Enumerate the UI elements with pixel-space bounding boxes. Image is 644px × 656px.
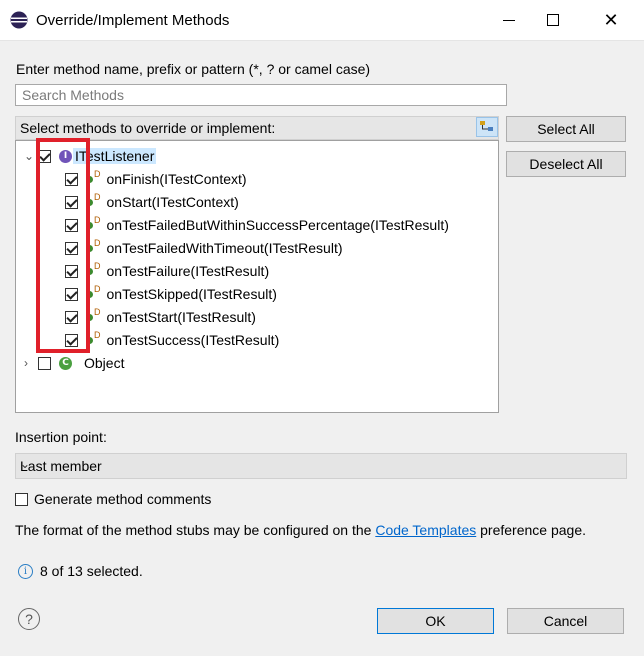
generate-comments-label: Generate method comments: [34, 491, 212, 507]
abstract-marker-icon: D: [94, 284, 101, 294]
hierarchy-icon: [480, 121, 493, 131]
chevron-right-icon[interactable]: ›: [24, 356, 38, 370]
help-icon[interactable]: ?: [18, 608, 40, 630]
tree-node-object[interactable]: › C Object: [24, 352, 124, 374]
tree-node-method[interactable]: D onTestSkipped(ITestResult): [65, 283, 277, 305]
node-label-object: Object: [84, 355, 125, 371]
selection-status: i 8 of 13 selected.: [18, 563, 143, 579]
tree-node-method[interactable]: D onTestSuccess(ITestResult): [65, 329, 279, 351]
tree-node-method[interactable]: D onStart(ITestContext): [65, 191, 239, 213]
highlight-annotation-box: [36, 138, 90, 353]
method-label: onFinish(ITestContext): [106, 171, 247, 187]
info-icon: i: [18, 563, 33, 579]
methods-list-header: Select methods to override or implement:: [15, 116, 499, 140]
format-note-after: preference page.: [476, 522, 586, 538]
method-label: onTestFailedButWithinSuccessPercentage(I…: [106, 217, 449, 233]
generate-comments-option[interactable]: Generate method comments: [15, 491, 211, 507]
deselect-all-button[interactable]: Deselect All: [506, 151, 626, 177]
method-label: onTestFailedWithTimeout(ITestResult): [106, 240, 343, 256]
tree-node-method[interactable]: D onTestStart(ITestResult): [65, 306, 256, 328]
method-label: onTestSuccess(ITestResult): [106, 332, 280, 348]
code-templates-link[interactable]: Code Templates: [375, 522, 476, 538]
minimize-icon: [503, 19, 515, 21]
insertion-point-select[interactable]: Last member ⌄: [15, 453, 627, 479]
abstract-marker-icon: D: [94, 215, 101, 225]
maximize-icon: [547, 14, 559, 26]
insertion-point-label: Insertion point:: [15, 429, 107, 445]
eclipse-app-icon: [10, 11, 28, 29]
format-note: The format of the method stubs may be co…: [15, 522, 586, 538]
format-note-before: The format of the method stubs may be co…: [15, 522, 376, 538]
abstract-marker-icon: D: [94, 330, 101, 340]
close-icon: ✕: [603, 10, 619, 30]
selection-status-text: 8 of 13 selected.: [40, 563, 143, 579]
abstract-marker-icon: D: [94, 192, 101, 202]
group-by-type-button[interactable]: [476, 117, 498, 137]
cancel-button[interactable]: Cancel: [507, 608, 624, 634]
tree-node-method[interactable]: D onTestFailure(ITestResult): [65, 260, 269, 282]
window-title: Override/Implement Methods: [36, 12, 230, 29]
search-methods-input[interactable]: [15, 84, 507, 106]
generate-comments-checkbox[interactable]: [15, 492, 28, 506]
abstract-marker-icon: D: [94, 238, 101, 248]
maximize-button[interactable]: [530, 0, 576, 40]
title-bar: Override/Implement Methods ✕: [0, 0, 644, 41]
checkbox-object[interactable]: [38, 356, 51, 370]
methods-list-label: Select methods to override or implement:: [20, 120, 276, 136]
method-label: onStart(ITestContext): [106, 194, 239, 210]
abstract-marker-icon: D: [94, 261, 101, 271]
method-label: onTestSkipped(ITestResult): [106, 286, 277, 302]
abstract-marker-icon: D: [94, 169, 101, 179]
ok-button[interactable]: OK: [377, 608, 494, 634]
chevron-down-icon: ⌄: [20, 457, 31, 471]
close-button[interactable]: ✕: [588, 0, 634, 40]
search-prompt-label: Enter method name, prefix or pattern (*,…: [16, 61, 371, 77]
select-all-button[interactable]: Select All: [506, 116, 626, 142]
abstract-marker-icon: D: [94, 307, 101, 317]
minimize-button[interactable]: [486, 0, 532, 40]
method-label: onTestStart(ITestResult): [106, 309, 256, 325]
tree-node-method[interactable]: D onTestFailedButWithinSuccessPercentage…: [65, 214, 449, 236]
class-icon: C: [59, 356, 72, 370]
tree-node-method[interactable]: D onFinish(ITestContext): [65, 168, 247, 190]
method-label: onTestFailure(ITestResult): [106, 263, 270, 279]
tree-node-method[interactable]: D onTestFailedWithTimeout(ITestResult): [65, 237, 343, 259]
